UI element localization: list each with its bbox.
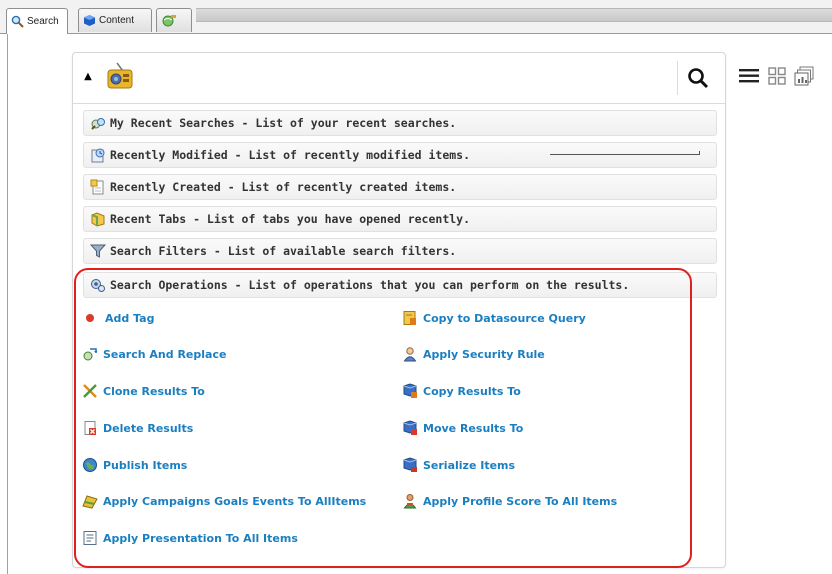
tab-add[interactable]: [156, 8, 192, 32]
filter-icon: [90, 244, 106, 258]
tab-content[interactable]: Content: [78, 8, 152, 32]
op-label: Move Results To: [423, 421, 524, 435]
op-apply-security-rule[interactable]: Apply Security Rule: [402, 346, 545, 362]
op-copy-results[interactable]: Copy Results To: [402, 383, 521, 399]
copy-results-icon: [403, 383, 417, 398]
left-border: [7, 33, 8, 574]
section-recently-created[interactable]: Recently Created - List of recently crea…: [83, 174, 717, 200]
globe-icon: [162, 14, 176, 26]
tab-search-label: Search: [27, 16, 59, 27]
recently-modified-icon: [91, 148, 105, 163]
op-add-tag[interactable]: Add Tag: [84, 310, 154, 326]
section-label: Recently Modified - List of recently mod…: [110, 148, 471, 162]
security-user-icon: [403, 347, 417, 362]
op-label: Add Tag: [105, 311, 155, 325]
op-publish-items[interactable]: Publish Items: [82, 457, 187, 473]
section-search-filters[interactable]: Search Filters - List of available searc…: [83, 238, 717, 264]
op-delete-results[interactable]: Delete Results: [82, 420, 193, 436]
op-serialize-items[interactable]: Serialize Items: [402, 457, 515, 473]
section-label: Recently Created - List of recently crea…: [110, 180, 457, 194]
presentation-icon: [83, 531, 97, 545]
op-label: Publish Items: [103, 458, 188, 472]
search-toolbar: ▲: [73, 53, 725, 104]
section-label: My Recent Searches - List of your recent…: [110, 116, 457, 130]
list-view-icon[interactable]: [738, 66, 760, 90]
op-label: Copy to Datasource Query: [423, 311, 586, 325]
caret-up-icon[interactable]: ▲: [81, 69, 95, 83]
section-recent-searches[interactable]: My Recent Searches - List of your recent…: [83, 110, 717, 136]
red-dot-icon: [86, 314, 94, 322]
op-clone-results[interactable]: Clone Results To: [82, 383, 205, 399]
section-label: Search Operations - List of operations t…: [110, 278, 630, 292]
campaign-icon: [82, 495, 98, 509]
recent-tabs-icon: [91, 212, 105, 227]
section-label: Search Filters - List of available searc…: [110, 244, 457, 258]
op-label: Serialize Items: [423, 458, 516, 472]
op-move-results[interactable]: Move Results To: [402, 420, 523, 436]
op-label: Apply Campaigns Goals Events To AllItems: [103, 494, 367, 508]
tab-strip-fill: [196, 8, 832, 22]
grid-view-icon[interactable]: [768, 67, 786, 89]
op-apply-presentation[interactable]: Apply Presentation To All Items: [82, 530, 298, 546]
clone-icon: [83, 384, 97, 398]
profile-score-icon: [403, 494, 417, 509]
globe-publish-icon: [83, 458, 97, 472]
op-label: Apply Profile Score To All Items: [423, 494, 618, 508]
op-search-and-replace[interactable]: Search And Replace: [82, 346, 226, 362]
content-cube-icon: [84, 15, 95, 26]
op-copy-datasource-query[interactable]: Copy to Datasource Query: [402, 310, 586, 326]
recently-created-icon: [90, 179, 104, 195]
op-label: Apply Security Rule: [423, 347, 545, 361]
magnifier-icon: [688, 68, 709, 89]
move-results-icon: [403, 420, 417, 435]
tab-content-label: Content: [99, 15, 135, 26]
op-label: Apply Presentation To All Items: [103, 531, 298, 545]
section-search-operations[interactable]: Search Operations - List of operations t…: [83, 272, 717, 298]
datasource-icon: [403, 311, 416, 325]
view-mode-toolbar: [738, 66, 814, 90]
tab-search[interactable]: Search: [6, 8, 68, 34]
op-apply-campaigns[interactable]: Apply Campaigns Goals Events To AllItems: [82, 493, 366, 509]
report-view-icon[interactable]: [794, 66, 814, 90]
operations-icon: [91, 279, 105, 292]
section-label: Recent Tabs - List of tabs you have open…: [110, 212, 471, 226]
radio-icon[interactable]: [105, 61, 135, 91]
search-button[interactable]: [677, 61, 718, 95]
tab-strip: Search Content: [0, 0, 832, 34]
search-replace-icon: [83, 348, 98, 361]
search-icon: [11, 15, 24, 28]
op-label: Copy Results To: [423, 384, 521, 398]
serialize-icon: [403, 457, 417, 472]
recent-searches-icon: [91, 118, 105, 130]
op-apply-profile-score[interactable]: Apply Profile Score To All Items: [402, 493, 617, 509]
section-recent-tabs[interactable]: Recent Tabs - List of tabs you have open…: [83, 206, 717, 232]
section-recently-modified[interactable]: Recently Modified - List of recently mod…: [83, 142, 717, 168]
op-label: Delete Results: [103, 421, 194, 435]
op-label: Clone Results To: [103, 384, 205, 398]
op-label: Search And Replace: [103, 347, 227, 361]
search-panel: ▲ My Recent Searches - List of your rece…: [72, 52, 726, 568]
delete-icon: [84, 421, 96, 435]
progress-indicator: [550, 151, 700, 155]
